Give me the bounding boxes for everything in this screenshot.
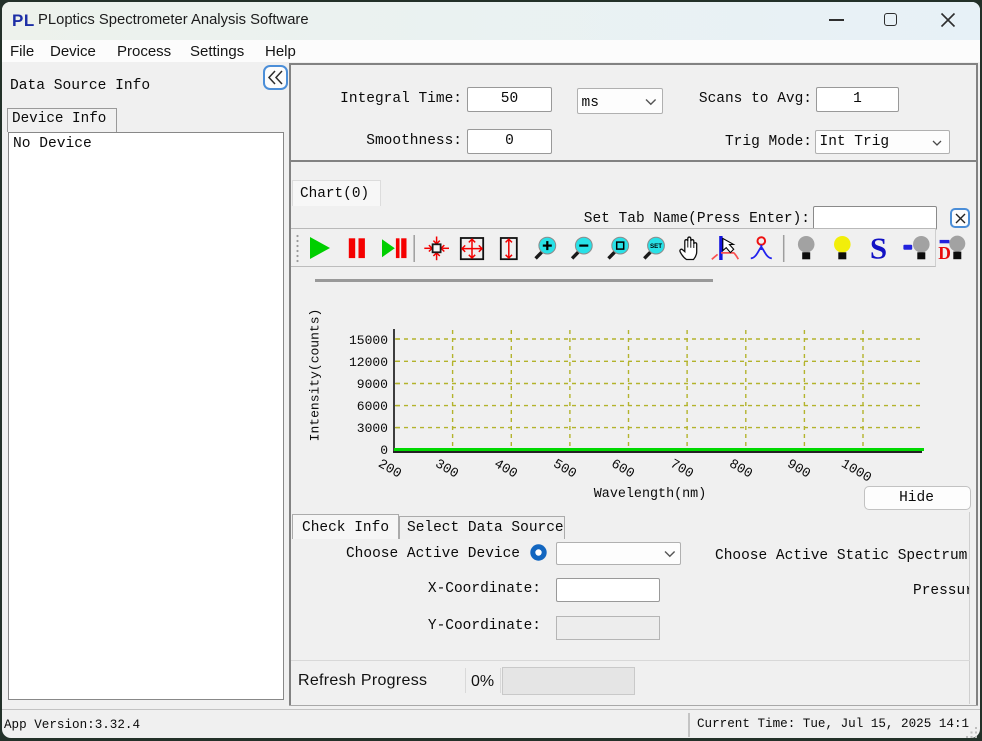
svg-text:D: D (938, 243, 951, 263)
svg-text:SET: SET (650, 243, 662, 250)
svg-text:S: S (870, 231, 887, 266)
